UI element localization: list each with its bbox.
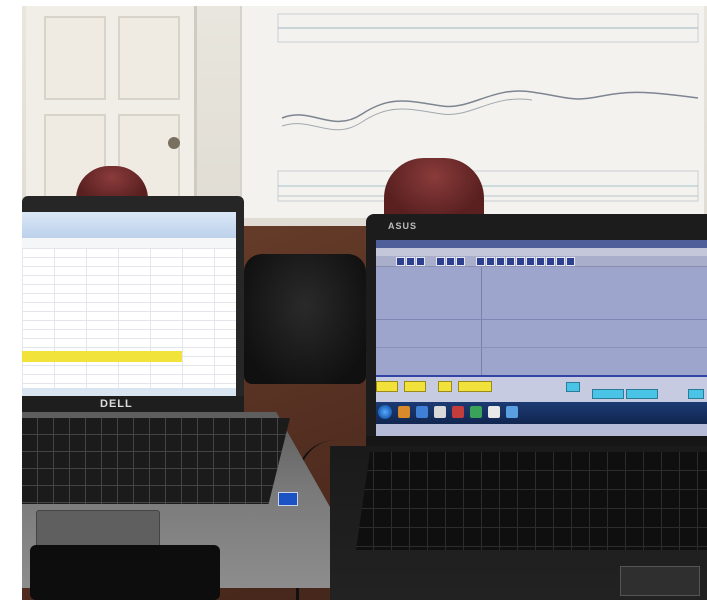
- right-keyboard: [356, 452, 707, 550]
- left-laptop-bezel: [22, 396, 244, 414]
- door-panel: [44, 16, 106, 100]
- plot-trace: [376, 347, 707, 348]
- plot-cursor-line: [481, 267, 482, 375]
- channel-label[interactable]: [404, 381, 426, 392]
- asus-logo: ASUS: [388, 221, 418, 231]
- taskbar-app-icon[interactable]: [416, 406, 428, 418]
- spreadsheet-grid: [22, 248, 236, 400]
- windows-taskbar: [376, 402, 707, 424]
- toolbar-button[interactable]: [566, 257, 575, 266]
- plot-trace: [376, 319, 707, 320]
- channel-label[interactable]: [438, 381, 452, 392]
- toolbar-button[interactable]: [486, 257, 495, 266]
- status-chip: [688, 389, 704, 399]
- toolbar-button[interactable]: [526, 257, 535, 266]
- start-button-icon[interactable]: [378, 405, 392, 419]
- taskbar-app-icon[interactable]: [488, 406, 500, 418]
- laptop-bag: [244, 254, 366, 384]
- dell-logo: DELL: [100, 398, 133, 410]
- toolbar-button[interactable]: [546, 257, 555, 266]
- channel-label[interactable]: [376, 381, 398, 392]
- left-laptop-screen: [22, 212, 236, 400]
- taskbar-app-icon[interactable]: [470, 406, 482, 418]
- left-keyboard: [22, 418, 290, 504]
- toolbar-button[interactable]: [436, 257, 445, 266]
- spreadsheet-highlight-row: [22, 351, 182, 362]
- toolbar-button[interactable]: [396, 257, 405, 266]
- spreadsheet-ribbon: [22, 212, 236, 239]
- status-chip: [592, 389, 624, 399]
- toolbar-button[interactable]: [406, 257, 415, 266]
- taskbar-app-icon[interactable]: [434, 406, 446, 418]
- door-knob: [168, 137, 180, 149]
- channel-panel: [376, 375, 707, 404]
- intel-sticker: [278, 492, 298, 506]
- laptop-sticker: [620, 566, 700, 596]
- toolbar-button[interactable]: [456, 257, 465, 266]
- right-laptop-screen: [376, 240, 707, 436]
- taskbar-app-icon[interactable]: [506, 406, 518, 418]
- toolbar-button[interactable]: [476, 257, 485, 266]
- toolbar-button[interactable]: [496, 257, 505, 266]
- app-toolbar: [376, 256, 707, 267]
- photo-scene: DELL ASUS: [0, 0, 707, 600]
- taskbar-app-icon[interactable]: [398, 406, 410, 418]
- toolbar-button[interactable]: [556, 257, 565, 266]
- taskbar-app-icon[interactable]: [452, 406, 464, 418]
- toolbar-button[interactable]: [416, 257, 425, 266]
- toolbar-button[interactable]: [536, 257, 545, 266]
- signal-plot-area[interactable]: [376, 267, 707, 375]
- toolbar-button[interactable]: [446, 257, 455, 266]
- door-panel: [118, 16, 180, 100]
- toolbar-button[interactable]: [516, 257, 525, 266]
- phone: [30, 545, 220, 600]
- status-chip: [626, 389, 658, 399]
- toolbar-button[interactable]: [506, 257, 515, 266]
- channel-label[interactable]: [458, 381, 492, 392]
- app-menubar: [376, 248, 707, 256]
- chair-back-right: [384, 158, 484, 220]
- app-titlebar: [376, 240, 707, 248]
- status-chip: [566, 382, 580, 392]
